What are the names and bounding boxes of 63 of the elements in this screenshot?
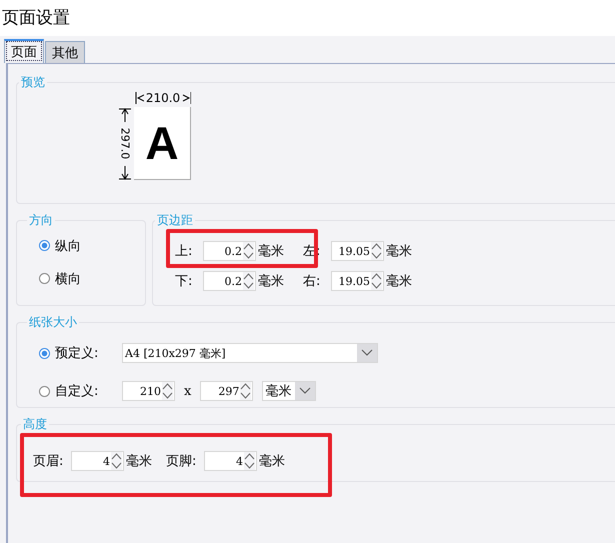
tab[interactable]: 其他 xyxy=(45,41,85,63)
unit-label: 毫米 xyxy=(258,243,284,260)
spin-up-icon[interactable] xyxy=(244,452,255,461)
chevron-down-icon xyxy=(361,349,373,357)
group-title: 方向 xyxy=(28,212,54,229)
spin-up-icon[interactable] xyxy=(240,382,252,391)
spin-up-icon[interactable] xyxy=(371,272,382,281)
field-label: 上: xyxy=(175,243,194,260)
spin-field[interactable]: 0.2 xyxy=(203,241,256,261)
group-title: 预览 xyxy=(20,74,46,91)
unit-label: 毫米 xyxy=(259,453,285,470)
spin-up-icon[interactable] xyxy=(162,382,173,391)
radio-button[interactable] xyxy=(39,240,50,251)
unit-label: 毫米 xyxy=(386,273,412,290)
unit-dropdown[interactable]: 毫米 xyxy=(262,381,316,401)
field-label: 右: xyxy=(303,273,322,290)
group-title: 页边距 xyxy=(156,212,194,229)
radio-button[interactable] xyxy=(39,273,50,284)
spin-field[interactable]: 4 xyxy=(71,451,124,471)
group-title: 高度 xyxy=(22,416,48,433)
spin-up-icon[interactable] xyxy=(111,452,122,461)
spin-down-icon[interactable] xyxy=(243,281,254,290)
times-label: x xyxy=(184,384,192,398)
spin-down-icon[interactable] xyxy=(371,251,382,260)
radio-label: 横向 xyxy=(55,270,81,288)
arrow-right-icon xyxy=(182,92,191,104)
spin-down-icon[interactable] xyxy=(162,391,173,400)
spin-field[interactable]: 210 xyxy=(122,381,175,401)
group-title: 纸张大小 xyxy=(28,314,78,331)
spin-field[interactable]: 4 xyxy=(204,451,257,471)
field-label: 页眉: xyxy=(33,453,64,470)
spin-up-icon[interactable] xyxy=(243,272,254,281)
unit-label: 毫米 xyxy=(258,273,284,290)
page-preview: A xyxy=(134,107,191,180)
spin-down-icon[interactable] xyxy=(240,391,252,400)
radio-label: 纵向 xyxy=(55,238,81,254)
radio-button[interactable] xyxy=(39,348,50,358)
unit-label: 毫米 xyxy=(386,243,412,260)
spin-down-icon[interactable] xyxy=(244,461,255,470)
arrow-down-icon xyxy=(119,166,131,180)
spin-field[interactable]: 297 xyxy=(200,381,254,401)
field-label: 下: xyxy=(175,273,194,290)
radio-label: 预定义: xyxy=(55,345,100,362)
spin-down-icon[interactable] xyxy=(243,251,254,260)
spin-down-icon[interactable] xyxy=(371,281,382,290)
width-label: 210.0 xyxy=(146,91,180,105)
spin-field[interactable]: 0.2 xyxy=(203,271,256,291)
arrow-up-icon xyxy=(119,108,131,122)
spin-field[interactable]: 19.05 xyxy=(331,241,384,261)
chevron-down-icon xyxy=(299,387,312,395)
radio-button[interactable] xyxy=(39,386,50,396)
spin-down-icon[interactable] xyxy=(111,461,122,470)
paper-dropdown[interactable]: A4 [210x297 毫米] xyxy=(122,343,378,363)
unit-label: 毫米 xyxy=(126,453,152,470)
spin-up-icon[interactable] xyxy=(371,242,382,251)
window-title: 页面设置 xyxy=(1,7,71,30)
spin-up-icon[interactable] xyxy=(243,242,254,251)
tab[interactable]: 页面 xyxy=(4,39,44,63)
height-label: 297.0 xyxy=(118,128,132,160)
spin-field[interactable]: 19.05 xyxy=(331,271,384,291)
field-label: 页脚: xyxy=(166,453,198,470)
radio-label: 自定义: xyxy=(55,383,100,400)
arrow-left-icon xyxy=(135,92,144,104)
